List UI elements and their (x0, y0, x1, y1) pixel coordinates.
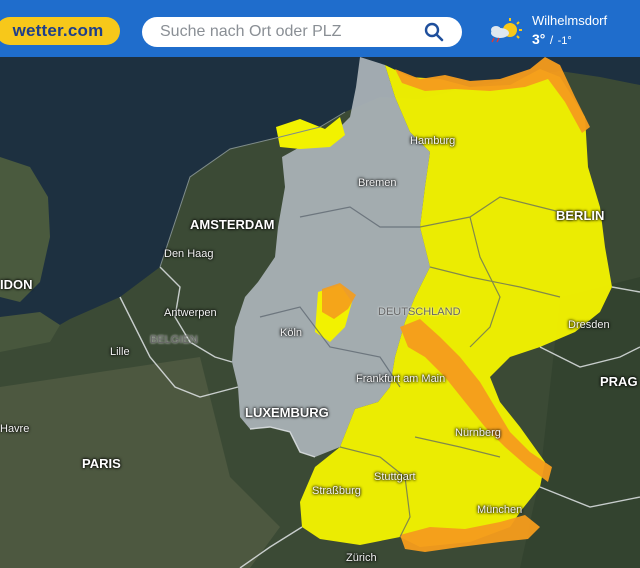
label-amsterdam[interactable]: AMSTERDAM (190, 217, 275, 232)
label-zuerich[interactable]: Zürich (346, 552, 377, 564)
temp-max: 3° (532, 31, 546, 47)
weather-warning-map[interactable]: Hamburg Bremen BERLIN AMSTERDAM Den Haag… (0, 57, 640, 568)
label-muenchen[interactable]: München (477, 504, 522, 516)
label-deutschland: DEUTSCHLAND (378, 306, 461, 318)
search-icon[interactable] (424, 22, 444, 42)
label-berlin[interactable]: BERLIN (556, 208, 604, 223)
current-weather-widget[interactable]: Wilhelmsdorf 3° / -1° (486, 12, 636, 52)
label-dresden[interactable]: Dresden (568, 319, 610, 331)
weather-temperatures: 3° / -1° (532, 31, 572, 49)
label-strassburg[interactable]: Straßburg (312, 485, 361, 497)
search-input[interactable] (160, 23, 410, 41)
wetter-logo[interactable]: wetter.com (0, 17, 120, 45)
label-havre[interactable]: Havre (0, 423, 29, 435)
header-bar: wetter.com Wilhelmsdorf 3° (0, 0, 640, 57)
label-belgien: BELGIEN (150, 334, 198, 346)
search-box[interactable] (142, 17, 462, 47)
label-stuttgart[interactable]: Stuttgart (374, 471, 416, 483)
label-den-haag[interactable]: Den Haag (164, 248, 214, 260)
sun-cloud-icon (491, 18, 522, 43)
label-london[interactable]: IDON (0, 277, 33, 292)
label-paris[interactable]: PARIS (82, 456, 121, 471)
label-hamburg[interactable]: Hamburg (410, 135, 455, 147)
label-prag[interactable]: PRAG (600, 374, 638, 389)
label-bremen[interactable]: Bremen (358, 177, 397, 189)
logo-text: wetter.com (12, 21, 104, 40)
temp-separator: / (549, 33, 554, 47)
label-frankfurt[interactable]: Frankfurt am Main (356, 373, 445, 385)
label-nuernberg[interactable]: Nürnberg (455, 427, 501, 439)
label-antwerpen[interactable]: Antwerpen (164, 307, 217, 319)
label-lille[interactable]: Lille (110, 346, 130, 358)
label-koeln[interactable]: Köln (280, 327, 302, 339)
label-luxemburg[interactable]: LUXEMBURG (245, 405, 329, 420)
temp-min: -1° (557, 35, 572, 47)
weather-location: Wilhelmsdorf (532, 13, 608, 28)
